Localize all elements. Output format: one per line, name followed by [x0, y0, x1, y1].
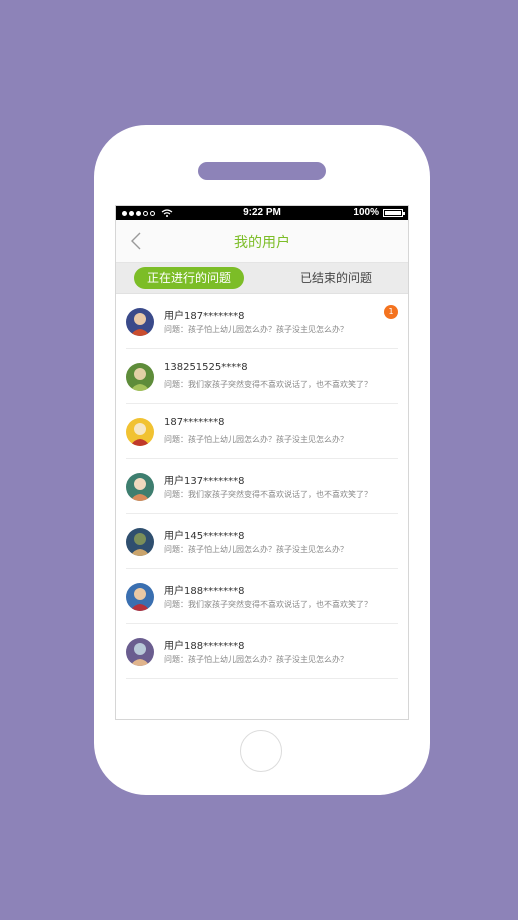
user-list: 用户187*******8 问题：孩子怕上幼儿园怎么办？孩子没主见怎么办？ 1 138…: [116, 294, 408, 679]
question-text: 问题：孩子怕上幼儿园怎么办？孩子没主见怎么办？: [164, 545, 348, 554]
question-text: 问题：孩子怕上幼儿园怎么办？孩子没主见怎么办？: [164, 655, 348, 664]
list-item[interactable]: 用户187*******8 问题：孩子怕上幼儿园怎么办？孩子没主见怎么办？ 1: [126, 294, 398, 349]
battery-status: 100%: [353, 206, 405, 220]
question-text: 问题：孩子怕上幼儿园怎么办？孩子没主见怎么办？: [164, 325, 348, 334]
tab-ongoing-questions[interactable]: 正在进行的问题: [134, 267, 244, 289]
question-text: 问题：我们家孩子突然变得不喜欢说话了，也不喜欢笑了？: [164, 600, 372, 609]
unread-badge: 1: [384, 305, 398, 319]
avatar: [126, 308, 154, 336]
user-name: 187*******8: [164, 417, 225, 428]
list-item[interactable]: 用户188*******8 问题：孩子怕上幼儿园怎么办？孩子没主见怎么办？: [126, 624, 398, 679]
question-text: 问题：孩子怕上幼儿园怎么办？孩子没主见怎么办？: [164, 435, 348, 444]
avatar: [126, 583, 154, 611]
home-button[interactable]: [240, 730, 282, 772]
avatar: [126, 473, 154, 501]
question-text: 问题：我们家孩子突然变得不喜欢说话了，也不喜欢笑了？: [164, 380, 372, 389]
question-text: 问题：我们家孩子突然变得不喜欢说话了，也不喜欢笑了？: [164, 490, 372, 499]
avatar: [126, 528, 154, 556]
phone-speaker: [198, 162, 326, 180]
page-title: 我的用户: [234, 235, 290, 251]
list-item[interactable]: 138251525****8 问题：我们家孩子突然变得不喜欢说话了，也不喜欢笑了？: [126, 349, 398, 404]
nav-bar: 我的用户: [116, 220, 408, 263]
avatar: [126, 363, 154, 391]
battery-icon: [383, 209, 405, 217]
list-item[interactable]: 用户145*******8 问题：孩子怕上幼儿园怎么办？孩子没主见怎么办？: [126, 514, 398, 569]
app-screen: 9:22 PM 100% 我的用户 正在进行的问题 已结束的问题 用户187**…: [115, 205, 409, 720]
user-name: 138251525****8: [164, 362, 248, 373]
status-bar: 9:22 PM 100%: [116, 206, 408, 220]
tab-finished-questions[interactable]: 已结束的问题: [280, 267, 392, 289]
avatar: [126, 638, 154, 666]
user-name: 用户188*******8: [164, 586, 245, 597]
list-item[interactable]: 用户137*******8 问题：我们家孩子突然变得不喜欢说话了，也不喜欢笑了？: [126, 459, 398, 514]
user-name: 用户137*******8: [164, 476, 245, 487]
user-name: 用户188*******8: [164, 641, 245, 652]
list-item[interactable]: 用户188*******8 问题：我们家孩子突然变得不喜欢说话了，也不喜欢笑了？: [126, 569, 398, 624]
user-name: 用户187*******8: [164, 311, 245, 322]
battery-percent: 100%: [353, 207, 379, 218]
user-name: 用户145*******8: [164, 531, 245, 542]
tab-bar: 正在进行的问题 已结束的问题: [116, 263, 408, 294]
list-item[interactable]: 187*******8 问题：孩子怕上幼儿园怎么办？孩子没主见怎么办？: [126, 404, 398, 459]
avatar: [126, 418, 154, 446]
